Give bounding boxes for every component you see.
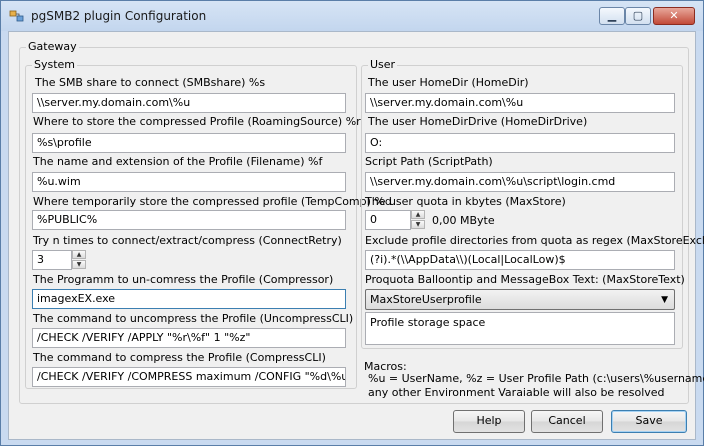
uncompresscli-label: The command to uncompress the Profile (U…: [33, 312, 354, 325]
tempcomp-input[interactable]: %PUBLIC%: [32, 210, 346, 230]
homedir-input[interactable]: \\server.my.domain.com\%u: [365, 93, 675, 113]
uncompresscli-input[interactable]: /CHECK /VERIFY /APPLY "%r\%f" 1 "%z": [32, 328, 346, 348]
compressor-label: The Programm to un-comress the Profile (…: [33, 273, 334, 286]
tempcomp-label: Where temporarily store the compressed p…: [33, 195, 392, 208]
maximize-icon: ▢: [632, 9, 644, 22]
filename-label: The name and extension of the Profile (F…: [33, 155, 323, 168]
compressor-input[interactable]: imagexEX.exe: [32, 289, 346, 309]
client-area: Gateway System The SMB share to connect …: [8, 31, 704, 440]
maxstore-mbyte-value: 0,00 MByte: [432, 214, 495, 227]
connectretry-stepper[interactable]: 3: [32, 250, 72, 270]
spin-down-icon[interactable]: ▼: [411, 220, 425, 229]
connectretry-spin[interactable]: ▲ ▼: [72, 250, 86, 270]
maxstoretext-select[interactable]: MaxStoreUserprofile ▼: [365, 289, 675, 310]
macros-line-2: any other Environment Varaiable will als…: [368, 386, 665, 399]
user-legend: User: [368, 58, 398, 71]
homedirdrive-label: The user HomeDirDrive (HomeDirDrive): [368, 115, 588, 128]
roamingsource-input[interactable]: %s\profile: [32, 133, 346, 153]
maxstoreexclude-input[interactable]: (?i).*(\\AppData\\)(Local|LocalLow)$: [365, 250, 675, 270]
maxstoretext-textarea[interactable]: Profile storage space: [365, 312, 675, 345]
spin-up-icon[interactable]: ▲: [72, 250, 86, 259]
scriptpath-label: Script Path (ScriptPath): [365, 155, 493, 168]
title-bar[interactable]: pgSMB2 plugin Configuration ▁ ▢ ✕: [1, 1, 703, 31]
minimize-button[interactable]: ▁: [599, 7, 625, 25]
close-icon: ✕: [669, 9, 679, 22]
maxstoretext-selected: MaxStoreUserprofile: [370, 293, 482, 306]
smbshare-input[interactable]: \\server.my.domain.com\%u: [32, 93, 346, 113]
spin-up-icon[interactable]: ▲: [411, 210, 425, 219]
compresscli-label: The command to compress the Profile (Com…: [33, 351, 326, 364]
homedir-label: The user HomeDir (HomeDir): [368, 76, 529, 89]
gateway-legend: Gateway: [26, 40, 79, 53]
macros-line-1: %u = UserName, %z = User Profile Path (c…: [368, 372, 704, 385]
save-button[interactable]: Save: [611, 410, 687, 433]
maximize-button[interactable]: ▢: [625, 7, 651, 25]
config-window: pgSMB2 plugin Configuration ▁ ▢ ✕ Gatewa…: [0, 0, 704, 446]
roamingsource-label: Where to store the compressed Profile (R…: [33, 115, 361, 128]
minimize-icon: ▁: [607, 9, 617, 22]
close-button[interactable]: ✕: [653, 7, 695, 25]
filename-input[interactable]: %u.wim: [32, 172, 346, 192]
cancel-button[interactable]: Cancel: [531, 410, 603, 433]
spin-down-icon[interactable]: ▼: [72, 260, 86, 269]
chevron-down-icon: ▼: [661, 295, 668, 305]
compresscli-input[interactable]: /CHECK /VERIFY /COMPRESS maximum /CONFIG…: [32, 367, 346, 387]
connectretry-label: Try n times to connect/extract/compress …: [33, 234, 342, 247]
system-legend: System: [32, 58, 78, 71]
help-button[interactable]: Help: [453, 410, 525, 433]
maxstore-stepper[interactable]: 0: [365, 210, 411, 230]
homedirdrive-input[interactable]: O:: [365, 133, 675, 153]
maxstore-spin[interactable]: ▲ ▼: [411, 210, 425, 230]
smbshare-label: The SMB share to connect (SMBshare) %s: [35, 76, 266, 89]
maxstoretext-label: Proquota Balloontip and MessageBox Text:…: [365, 273, 685, 286]
maxstoreexclude-label: Exclude profile directories from quota a…: [365, 234, 704, 247]
window-title: pgSMB2 plugin Configuration: [31, 9, 207, 23]
plugin-app-icon: [9, 10, 24, 22]
scriptpath-input[interactable]: \\server.my.domain.com\%u\script\login.c…: [365, 172, 675, 192]
maxstore-label: The user quota in kbytes (MaxStore): [365, 195, 566, 208]
